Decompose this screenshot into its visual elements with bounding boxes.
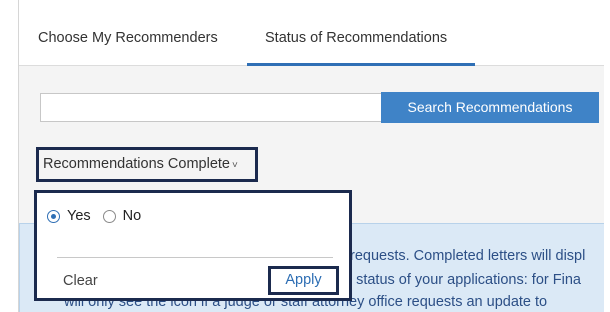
radio-group: Yes No [47,208,153,224]
radio-yes[interactable] [47,209,60,223]
radio-no-label[interactable]: No [123,208,142,224]
filter-popover: Yes No Clear Apply [34,190,352,301]
radio-yes-label[interactable]: Yes [67,208,91,224]
info-text-line-2: e status of your applications: for Fina [344,272,581,288]
apply-button[interactable]: Apply [268,266,339,295]
chevron-down-icon: ˅ [231,160,238,171]
tab-choose-recommenders[interactable]: Choose My Recommenders [38,30,218,46]
filter-label: Recommendations Complete [43,156,230,172]
tab-status-of-recommendations[interactable]: Status of Recommendations [265,30,447,46]
popover-divider [57,257,333,258]
search-recommendations-button[interactable]: Search Recommendations [381,92,599,123]
clear-button[interactable]: Clear [63,273,98,289]
active-tab-indicator [247,63,475,66]
radio-no[interactable] [102,209,116,223]
recommendations-panel: Choose My Recommenders Status of Recomme… [18,0,604,312]
search-input[interactable] [40,93,382,122]
info-text-line-1: requests. Completed letters will displ [350,248,586,264]
tab-bar: Choose My Recommenders Status of Recomme… [19,0,604,66]
recommendations-complete-filter[interactable]: Recommendations Complete ˅ [36,147,258,182]
